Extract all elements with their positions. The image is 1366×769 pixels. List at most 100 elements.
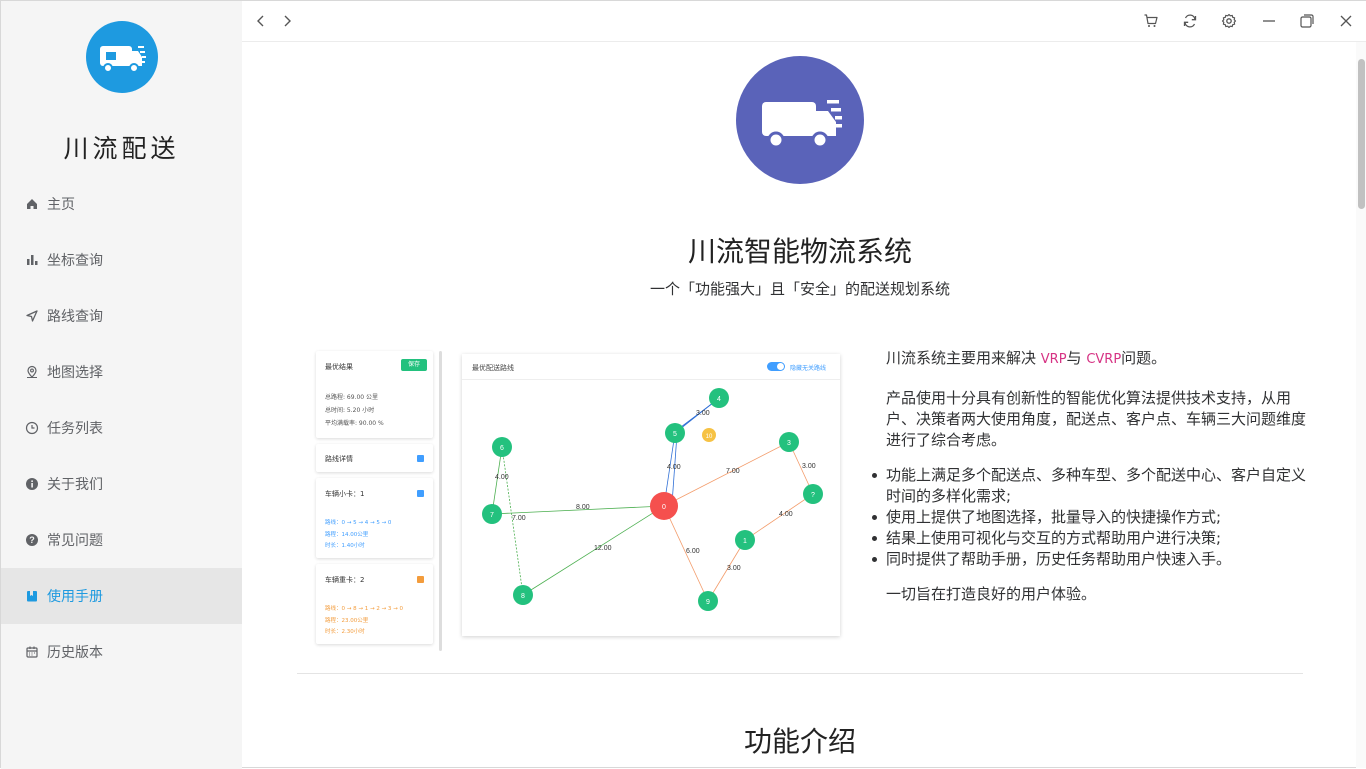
bar-chart-icon: [25, 253, 39, 267]
minimize-icon: [1263, 20, 1275, 22]
preview-vehicle2-route: 路线：0 → 8 → 1 → 2 → 3 → 0: [325, 606, 404, 612]
preview-load-rate: 平均满载率: 90.00 %: [325, 420, 384, 427]
navigation-icon: [25, 309, 39, 323]
cart-button[interactable]: [1141, 11, 1161, 31]
forward-icon: [284, 15, 291, 27]
sidebar-item-about[interactable]: 关于我们: [1, 456, 242, 512]
sidebar-item-label: 历史版本: [47, 645, 103, 661]
question-icon: ?: [25, 533, 39, 547]
svg-text:?: ?: [29, 535, 35, 545]
edge-label: 3.00: [802, 463, 816, 470]
scrollbar-thumb[interactable]: [1358, 59, 1365, 209]
feature-item: 使用上提供了地图选择，批量导入的快捷操作方式;: [872, 507, 1316, 528]
vrp-tag: VRP: [1040, 352, 1067, 367]
sidebar-item-faq[interactable]: ? 常见问题: [1, 512, 242, 568]
sidebar-item-coordinate-query[interactable]: 坐标查询: [1, 232, 242, 288]
map-pin-icon: [25, 365, 39, 379]
node-label: 1: [743, 538, 747, 545]
preview-result-title: 最优结果: [325, 363, 353, 371]
preview-save-button: 保存: [401, 359, 427, 371]
home-icon: [25, 197, 39, 211]
preview-total-time: 总时间: 5.20 小时: [325, 407, 375, 414]
truck-icon: [762, 100, 842, 149]
close-icon: [1340, 15, 1352, 27]
edge-label: 6.00: [686, 548, 700, 555]
hero-logo: [736, 56, 864, 184]
node-label: 6: [500, 445, 504, 452]
sidebar-item-user-manual[interactable]: 使用手册: [1, 568, 242, 624]
cart-icon: [1144, 14, 1158, 27]
sidebar-item-label: 任务列表: [47, 421, 103, 437]
settings-button[interactable]: [1219, 11, 1239, 31]
sidebar-item-label: 主页: [47, 197, 75, 213]
edge-label: 12.00: [594, 545, 612, 552]
sidebar-nav: 主页 坐标查询 路线查询 地图选择 任务列表 关于我们 ? 常见问题 使用手册 …: [1, 176, 242, 680]
app-preview-image: 最优结果 保存 总路程: 69.00 公里 总时间: 5.20 小时 平均满载率…: [314, 351, 844, 651]
close-button[interactable]: [1336, 11, 1356, 31]
hero-subtitle: 一个「功能强大」且「安全」的配送规划系统: [649, 280, 950, 298]
forward-button[interactable]: [277, 11, 297, 31]
edge-label: 8.00: [576, 504, 590, 511]
main-content: 川流智能物流系统 一个「功能强大」且「安全」的配送规划系统 最优结果 保存 总路…: [242, 42, 1356, 769]
preview-result-card: 最优结果 保存 总路程: 69.00 公里 总时间: 5.20 小时 平均满载率…: [316, 351, 433, 438]
intro-text: 与: [1066, 349, 1087, 367]
truck-icon: [100, 46, 146, 73]
app-window: 川流配送 主页 坐标查询 路线查询 地图选择 任务列表 关于我们 ? 常见问题 …: [0, 0, 1366, 769]
preview-vehicle1-route: 路线：0 → 5 → 4 → 5 → 0: [325, 520, 392, 526]
preview-route-details: 路线详情: [325, 455, 353, 463]
sidebar-item-label: 关于我们: [47, 477, 103, 493]
title-bar: [242, 1, 1366, 42]
minimize-button[interactable]: [1259, 11, 1279, 31]
maximize-icon: [1300, 14, 1314, 28]
preview-result-panel: 最优结果 保存 总路程: 69.00 公里 总时间: 5.20 小时 平均满载率…: [314, 351, 442, 651]
sidebar-item-label: 路线查询: [47, 309, 103, 325]
calendar-icon: [25, 645, 39, 659]
settings-icon: [1221, 13, 1237, 29]
product-description: 川流系统主要用来解决 VRP与 CVRP问题。 产品使用十分具有创新性的智能优化…: [872, 348, 1316, 605]
sidebar-item-label: 坐标查询: [47, 253, 103, 269]
node-label: 7: [490, 512, 494, 519]
edge-label: 4.00: [495, 474, 509, 481]
feature-item: 功能上满足多个配送点、多种车型、多个配送中心、客户自定义时间的多样化需求;: [872, 465, 1316, 507]
clock-icon: [25, 421, 39, 435]
node-label: 4: [717, 396, 721, 403]
preview-route-graph: 最优配送路线 隐藏无关路线 3.00 4.00 7.00 3.00 4.00 4…: [462, 354, 840, 636]
node-label: ?: [811, 492, 815, 499]
sidebar-item-label: 使用手册: [47, 589, 103, 605]
sidebar-item-route-query[interactable]: 路线查询: [1, 288, 242, 344]
hero-title: 川流智能物流系统: [687, 235, 912, 268]
edge-label: 7.00: [726, 468, 740, 475]
preview-checkbox: [417, 490, 424, 497]
node-label: 0: [662, 504, 666, 511]
app-name: 川流配送: [63, 134, 180, 163]
sidebar-item-label: 地图选择: [47, 365, 103, 381]
back-button[interactable]: [251, 11, 271, 31]
edge-label: 4.00: [667, 464, 681, 471]
sidebar-item-label: 常见问题: [47, 533, 103, 549]
edge-label: 3.00: [696, 410, 710, 417]
preview-total-distance: 总路程: 69.00 公里: [325, 394, 379, 401]
preview-checkbox: [417, 455, 424, 462]
feature-item: 结果上使用可视化与交互的方式帮助用户进行决策;: [872, 528, 1316, 549]
preview-vehicle2-title: 车辆重卡：2: [325, 576, 365, 584]
feature-section-title: 功能介绍: [743, 725, 856, 758]
sidebar-item-history[interactable]: 历史版本: [1, 624, 242, 680]
maximize-button[interactable]: [1297, 11, 1317, 31]
preview-scrollbar: [439, 351, 442, 651]
sidebar-item-map-select[interactable]: 地图选择: [1, 344, 242, 400]
refresh-button[interactable]: [1180, 11, 1200, 31]
intro-paragraph: 川流系统主要用来解决 VRP与 CVRP问题。: [886, 348, 1316, 370]
preview-checkbox: [417, 576, 424, 583]
preview-vehicle1-card: 车辆小卡：1 路线：0 → 5 → 4 → 5 → 0 路程：14.00公里 时…: [316, 478, 433, 558]
feature-item: 同时提供了帮助手册，历史任务帮助用户快速入手。: [872, 549, 1316, 570]
feature-list: 功能上满足多个配送点、多种车型、多个配送中心、客户自定义时间的多样化需求; 使用…: [872, 465, 1316, 570]
intro-text: 川流系统主要用来解决: [886, 349, 1041, 367]
node-label: 10: [706, 434, 713, 440]
sidebar-item-home[interactable]: 主页: [1, 176, 242, 232]
node-label: 8: [521, 593, 525, 600]
preview-vehicle2-card: 车辆重卡：2 路线：0 → 8 → 1 → 2 → 3 → 0 路程：23.00…: [316, 564, 433, 644]
closing-paragraph: 一切旨在打造良好的用户体验。: [886, 585, 1097, 603]
sidebar-item-task-list[interactable]: 任务列表: [1, 400, 242, 456]
back-icon: [257, 15, 264, 27]
sidebar: 川流配送 主页 坐标查询 路线查询 地图选择 任务列表 关于我们 ? 常见问题 …: [1, 1, 242, 769]
